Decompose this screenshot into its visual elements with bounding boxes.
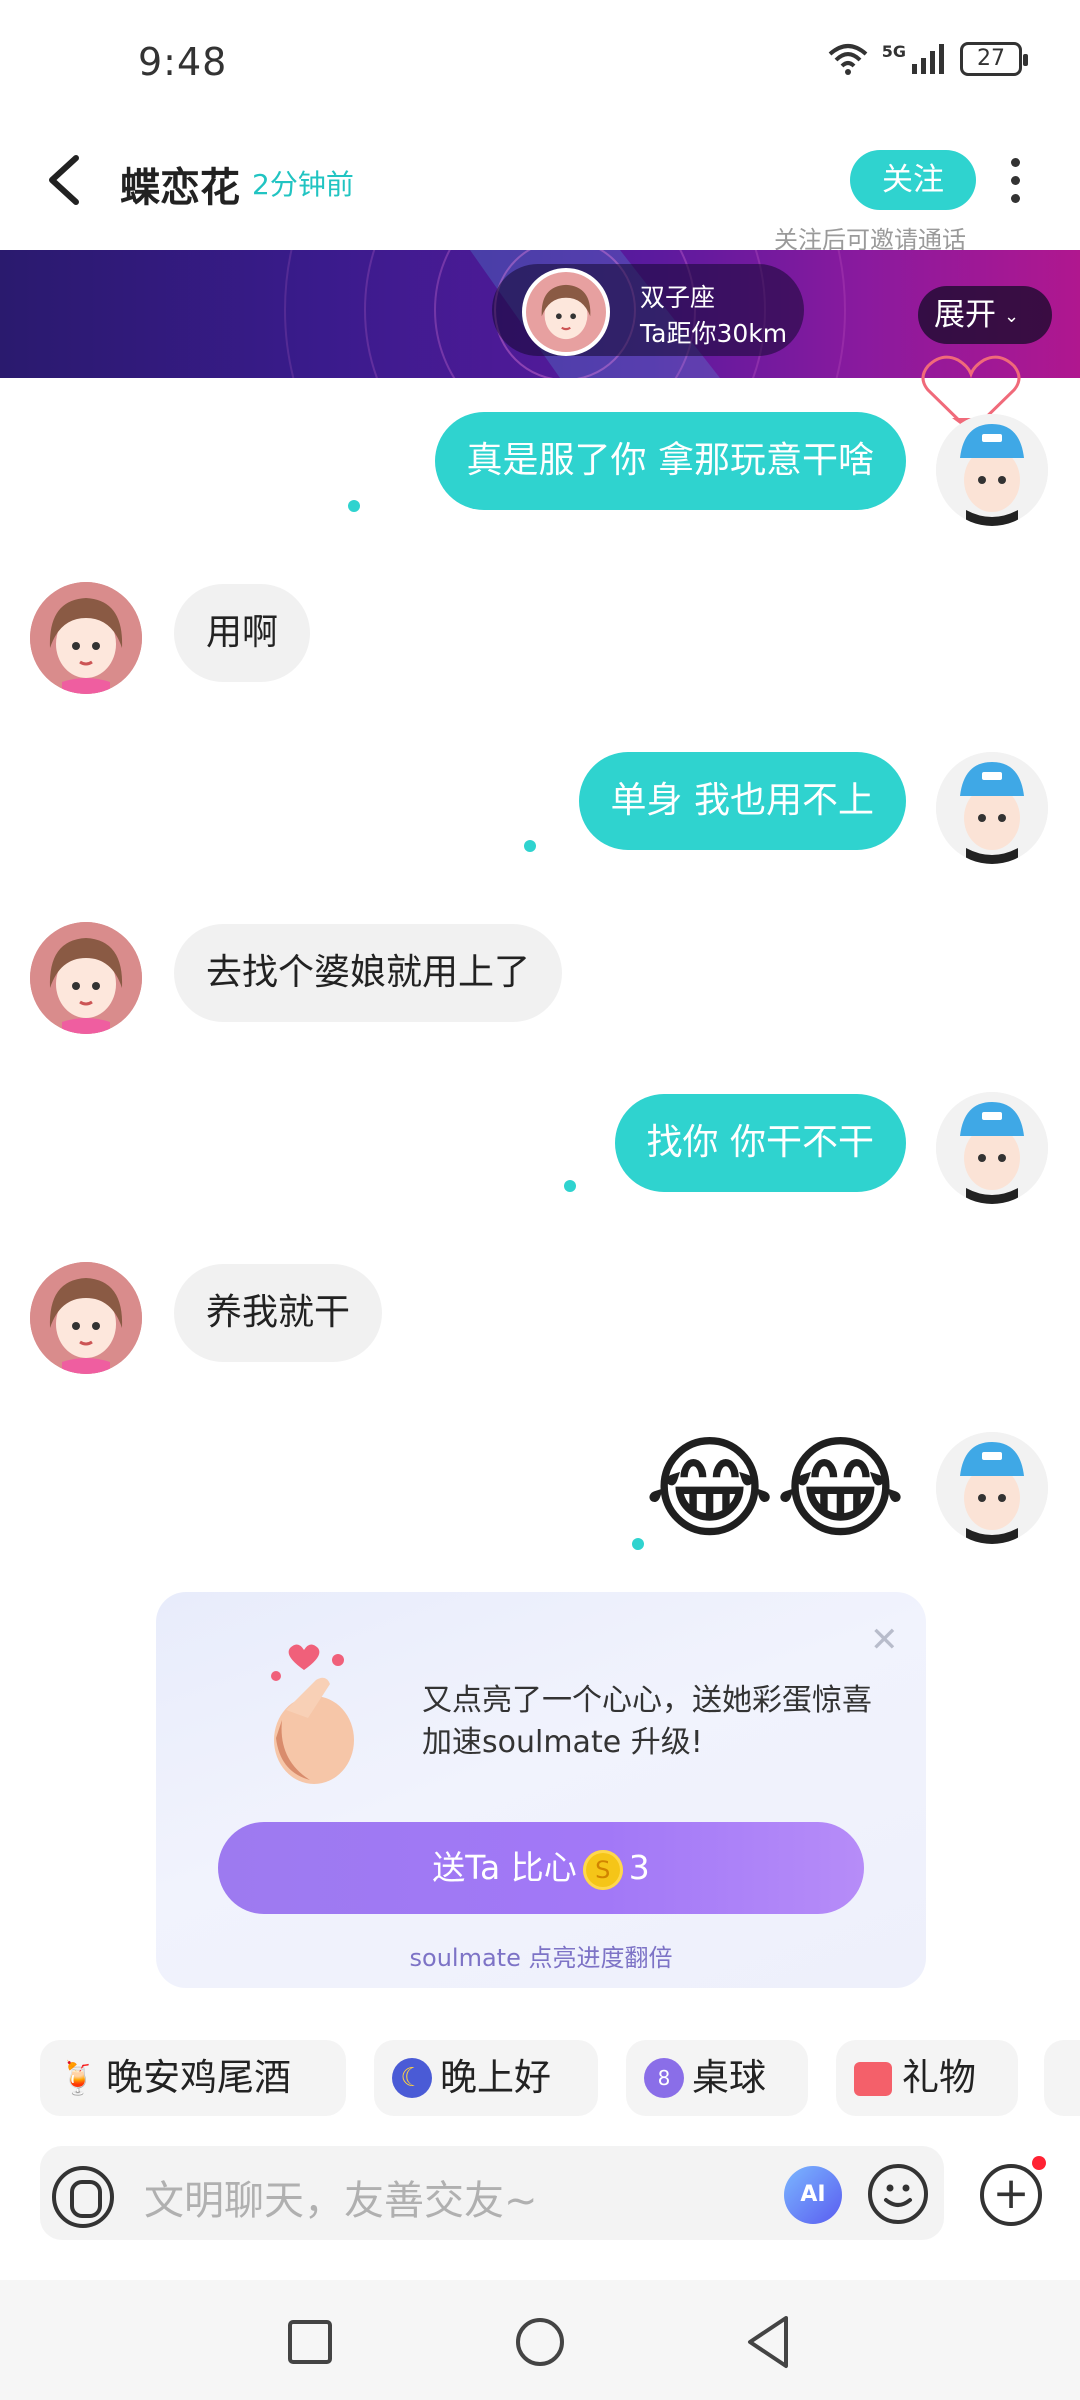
chevron-down-icon: ⌄ bbox=[1004, 305, 1020, 327]
contact-avatar[interactable] bbox=[30, 582, 142, 694]
battery-level: 27 bbox=[977, 46, 1005, 71]
my-avatar[interactable] bbox=[936, 752, 1048, 864]
send-finger-heart-button[interactable]: 送Ta 比心 S 3 bbox=[218, 1822, 864, 1914]
quick-reply-chip[interactable]: 8 桌球 bbox=[626, 2040, 808, 2116]
follow-button[interactable]: 关注 bbox=[850, 150, 976, 210]
chip-label: 礼物 bbox=[902, 2056, 976, 2099]
notification-dot bbox=[1032, 2156, 1046, 2170]
quick-reply-chip[interactable]: 🍹 晚安鸡尾酒 bbox=[40, 2040, 346, 2116]
coin-icon: S bbox=[582, 1849, 623, 1890]
contact-avatar[interactable] bbox=[30, 922, 142, 1034]
last-seen-time: 2分钟前 bbox=[252, 168, 354, 201]
cocktail-icon: 🍹 bbox=[58, 2059, 98, 2097]
moon-icon: ☾ bbox=[392, 2058, 432, 2098]
emoji-icon[interactable] bbox=[868, 2164, 928, 2224]
distance-text: Ta距你30km bbox=[640, 319, 788, 348]
wifi-icon bbox=[828, 44, 868, 75]
message-bubble-received[interactable]: 养我就干 bbox=[174, 1264, 383, 1362]
network-type: 5G bbox=[881, 41, 906, 61]
read-indicator-dot bbox=[348, 500, 360, 512]
home-icon[interactable] bbox=[514, 2316, 566, 2368]
message-bubble-sent[interactable]: 找你 你干不干 bbox=[614, 1094, 906, 1192]
close-icon[interactable]: ✕ bbox=[870, 1620, 899, 1660]
chip-label: 桌球 bbox=[692, 2056, 766, 2099]
read-indicator-dot bbox=[524, 840, 536, 852]
expand-label: 展开 bbox=[934, 297, 996, 333]
emoji-message[interactable]: 😂😂 bbox=[644, 1424, 906, 1554]
status-icons: 5G 27 bbox=[828, 41, 1028, 76]
zodiac-text: 双子座 bbox=[640, 283, 716, 312]
signal-icon bbox=[912, 44, 944, 74]
message-bubble-sent[interactable]: 真是服了你 拿那玩意干啥 bbox=[434, 412, 906, 510]
back-nav-icon[interactable] bbox=[744, 2314, 792, 2370]
gift-card-subtext: soulmate 点亮进度翻倍 bbox=[409, 1944, 673, 1972]
at-mention-icon[interactable] bbox=[52, 2166, 114, 2228]
back-arrow-icon[interactable] bbox=[40, 150, 90, 210]
my-avatar[interactable] bbox=[936, 1092, 1048, 1204]
more-options-icon[interactable] bbox=[1004, 158, 1026, 204]
read-indicator-dot bbox=[632, 1538, 644, 1550]
message-input[interactable]: 文明聊天，友善交友~ bbox=[144, 2168, 538, 2226]
coin-cost: 3 bbox=[628, 1848, 650, 1887]
contact-name[interactable]: 蝶恋花 bbox=[120, 155, 240, 213]
gift-icon bbox=[854, 2062, 892, 2096]
contact-avatar[interactable] bbox=[30, 1262, 142, 1374]
chip-label: 晚上好 bbox=[440, 2056, 551, 2099]
plus-icon[interactable]: + bbox=[980, 2164, 1042, 2226]
my-avatar[interactable] bbox=[936, 414, 1048, 526]
my-avatar[interactable] bbox=[936, 1432, 1048, 1544]
ai-assistant-icon[interactable]: AI bbox=[784, 2166, 842, 2224]
message-bubble-received[interactable]: 用啊 bbox=[174, 584, 311, 682]
send-button-label: 送Ta 比心 bbox=[432, 1848, 577, 1887]
banner-avatar[interactable] bbox=[522, 268, 610, 356]
message-bubble-received[interactable]: 去找个婆娘就用上了 bbox=[174, 924, 563, 1022]
quick-reply-chip[interactable]: 礼物 bbox=[836, 2040, 1018, 2116]
billiard-ball-icon: 8 bbox=[644, 2058, 684, 2098]
quick-reply-chip[interactable]: ☾ 晚上好 bbox=[374, 2040, 598, 2116]
status-time: 9:48 bbox=[138, 40, 228, 84]
expand-button[interactable]: 展开 ⌄ bbox=[918, 286, 1052, 344]
message-bubble-sent[interactable]: 单身 我也用不上 bbox=[578, 752, 906, 850]
battery-icon: 27 bbox=[960, 42, 1028, 76]
gift-card-text: 又点亮了一个心心，送她彩蛋惊喜加速soulmate 升级! bbox=[422, 1683, 872, 1760]
chip-label: 晚安鸡尾酒 bbox=[106, 2056, 291, 2099]
read-indicator-dot bbox=[564, 1180, 576, 1192]
finger-heart-icon bbox=[271, 1644, 354, 1784]
quick-reply-chip-partial[interactable] bbox=[1044, 2040, 1080, 2116]
recent-apps-icon[interactable] bbox=[286, 2318, 334, 2366]
